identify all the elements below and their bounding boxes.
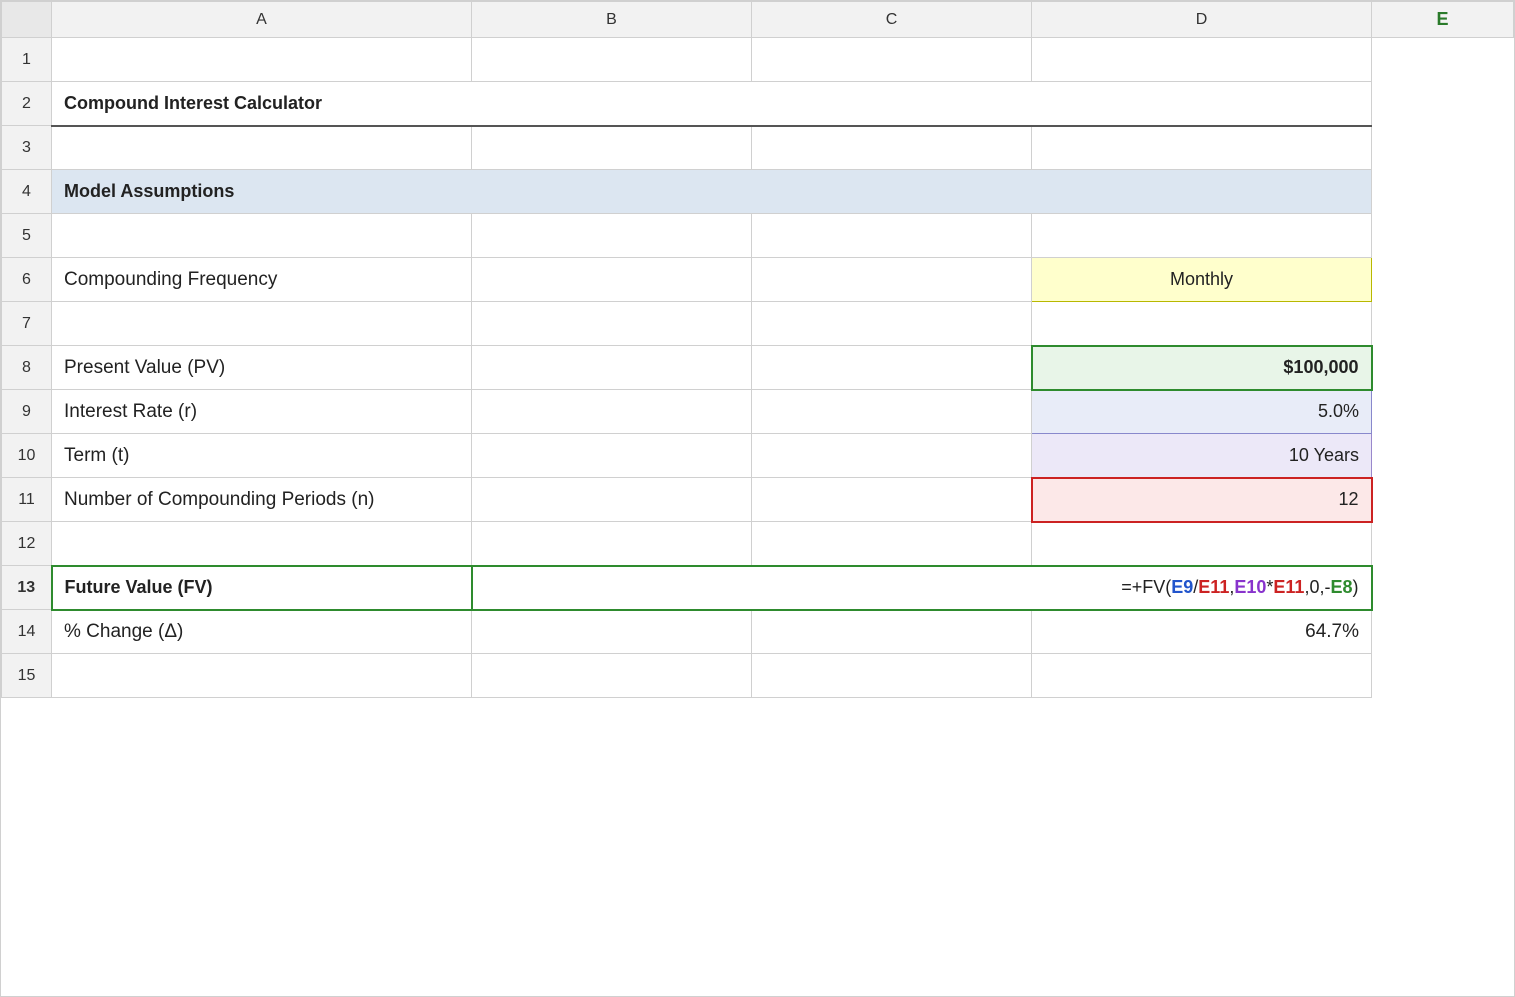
- cell-9-b[interactable]: Interest Rate (r): [52, 390, 472, 434]
- col-header-b: B: [472, 2, 752, 38]
- cell-15-e[interactable]: [1032, 654, 1372, 698]
- cell-1-b[interactable]: [52, 38, 472, 82]
- row-num-15: 15: [2, 654, 52, 698]
- cell-8-d[interactable]: [752, 346, 1032, 390]
- row-num-14: 14: [2, 610, 52, 654]
- cell-15-b[interactable]: [52, 654, 472, 698]
- cell-14-c[interactable]: [472, 610, 752, 654]
- row-num-11: 11: [2, 478, 52, 522]
- cell-3-c[interactable]: [472, 126, 752, 170]
- column-headers: A B C D E: [2, 2, 1514, 38]
- cell-6-d[interactable]: [752, 258, 1032, 302]
- col-header-d: D: [1032, 2, 1372, 38]
- cell-1-c[interactable]: [472, 38, 752, 82]
- row-11: 11 Number of Compounding Periods (n) 12: [2, 478, 1514, 522]
- cell-5-d[interactable]: [752, 214, 1032, 258]
- row-5: 5: [2, 214, 1514, 258]
- cell-8-c[interactable]: [472, 346, 752, 390]
- cell-11-b[interactable]: Number of Compounding Periods (n): [52, 478, 472, 522]
- cell-10-b[interactable]: Term (t): [52, 434, 472, 478]
- cell-15-d[interactable]: [752, 654, 1032, 698]
- cell-title[interactable]: Compound Interest Calculator: [52, 82, 1372, 126]
- row-15: 15: [2, 654, 1514, 698]
- spreadsheet: A B C D E 1 2 Compound Interest Calculat…: [0, 0, 1515, 997]
- col-header-c: C: [752, 2, 1032, 38]
- row-6: 6 Compounding Frequency Monthly: [2, 258, 1514, 302]
- row-num-13: 13: [2, 566, 52, 610]
- row-num-6: 6: [2, 258, 52, 302]
- row-13: 13 Future Value (FV) =+FV(E9/E11,E10*E11…: [2, 566, 1514, 610]
- cell-1-d[interactable]: [752, 38, 1032, 82]
- cell-7-b[interactable]: [52, 302, 472, 346]
- cell-5-c[interactable]: [472, 214, 752, 258]
- cell-interest-rate-value[interactable]: 5.0%: [1032, 390, 1372, 434]
- cell-12-c[interactable]: [472, 522, 752, 566]
- cell-9-c[interactable]: [472, 390, 752, 434]
- cell-fv-formula[interactable]: =+FV(E9/E11,E10*E11,0,-E8): [472, 566, 1372, 610]
- cell-model-assumptions[interactable]: Model Assumptions: [52, 170, 1372, 214]
- cell-11-c[interactable]: [472, 478, 752, 522]
- row-1: 1: [2, 38, 1514, 82]
- col-header-e: E: [1372, 2, 1514, 38]
- row-num-2: 2: [2, 82, 52, 126]
- row-8: 8 Present Value (PV) $100,000: [2, 346, 1514, 390]
- row-num-4: 4: [2, 170, 52, 214]
- row-num-9: 9: [2, 390, 52, 434]
- cell-3-d[interactable]: [752, 126, 1032, 170]
- row-num-5: 5: [2, 214, 52, 258]
- row-10: 10 Term (t) 10 Years: [2, 434, 1514, 478]
- cell-3-b[interactable]: [52, 126, 472, 170]
- cell-term-value[interactable]: 10 Years: [1032, 434, 1372, 478]
- cell-1-e[interactable]: [1032, 38, 1372, 82]
- cell-10-d[interactable]: [752, 434, 1032, 478]
- row-3: 3: [2, 126, 1514, 170]
- cell-present-value[interactable]: $100,000: [1032, 346, 1372, 390]
- cell-7-e[interactable]: [1032, 302, 1372, 346]
- cell-3-e[interactable]: [1032, 126, 1372, 170]
- cell-percent-change-value[interactable]: 64.7%: [1032, 610, 1372, 654]
- cell-5-b[interactable]: [52, 214, 472, 258]
- corner-header: [2, 2, 52, 38]
- row-num-7: 7: [2, 302, 52, 346]
- row-num-12: 12: [2, 522, 52, 566]
- formula-display: =+FV(E9/E11,E10*E11,0,-E8): [1121, 577, 1358, 597]
- cell-15-c[interactable]: [472, 654, 752, 698]
- row-num-1: 1: [2, 38, 52, 82]
- row-num-8: 8: [2, 346, 52, 390]
- row-num-3: 3: [2, 126, 52, 170]
- row-num-10: 10: [2, 434, 52, 478]
- col-header-a: A: [52, 2, 472, 38]
- cell-compounding-frequency-value[interactable]: Monthly: [1032, 258, 1372, 302]
- cell-11-d[interactable]: [752, 478, 1032, 522]
- cell-9-d[interactable]: [752, 390, 1032, 434]
- row-14: 14 % Change (Δ) 64.7%: [2, 610, 1514, 654]
- row-2: 2 Compound Interest Calculator: [2, 82, 1514, 126]
- row-7: 7: [2, 302, 1514, 346]
- cell-n-value[interactable]: 12: [1032, 478, 1372, 522]
- row-12: 12: [2, 522, 1514, 566]
- cell-7-c[interactable]: [472, 302, 752, 346]
- cell-6-c[interactable]: [472, 258, 752, 302]
- cell-12-e[interactable]: [1032, 522, 1372, 566]
- row-9: 9 Interest Rate (r) 5.0%: [2, 390, 1514, 434]
- cell-6-b[interactable]: Compounding Frequency: [52, 258, 472, 302]
- cell-fv-label[interactable]: Future Value (FV): [52, 566, 472, 610]
- cell-10-c[interactable]: [472, 434, 752, 478]
- cell-12-b[interactable]: [52, 522, 472, 566]
- row-4: 4 Model Assumptions: [2, 170, 1514, 214]
- cell-12-d[interactable]: [752, 522, 1032, 566]
- cell-5-e[interactable]: [1032, 214, 1372, 258]
- cell-14-d[interactable]: [752, 610, 1032, 654]
- cell-7-d[interactable]: [752, 302, 1032, 346]
- cell-8-b[interactable]: Present Value (PV): [52, 346, 472, 390]
- cell-14-b[interactable]: % Change (Δ): [52, 610, 472, 654]
